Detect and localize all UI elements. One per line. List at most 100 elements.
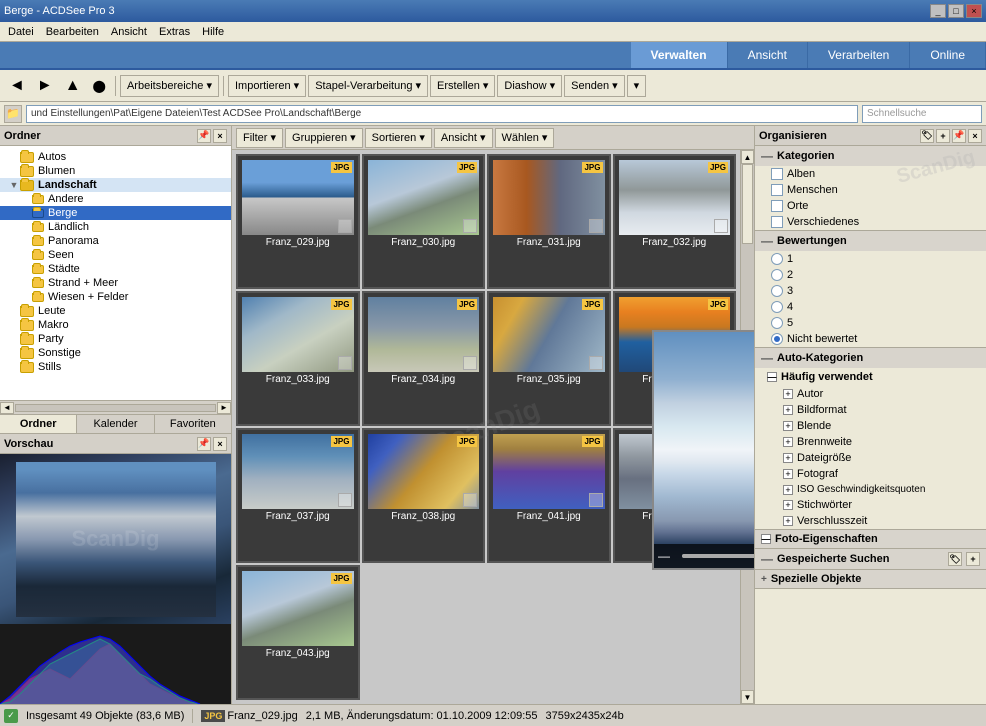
back-button[interactable]: ◄ (4, 74, 30, 98)
image-cell-franz029[interactable]: JPG Franz_029.jpg (236, 154, 360, 289)
haeufig-expand[interactable]: — (767, 372, 777, 382)
tree-item-seen[interactable]: Seen (0, 248, 231, 262)
expand-dateigroesse[interactable]: + (783, 453, 793, 463)
menu-ansicht[interactable]: Ansicht (105, 24, 153, 40)
scroll-right-btn[interactable]: ► (217, 402, 231, 414)
bewertung-1[interactable]: 1 (755, 251, 986, 267)
check-franz034[interactable] (463, 356, 477, 370)
bewertung-4[interactable]: 4 (755, 299, 986, 315)
image-cell-franz033[interactable]: JPG Franz_033.jpg (236, 291, 360, 426)
check-franz037[interactable] (338, 493, 352, 507)
waehlen-dropdown[interactable]: Wählen ▾ (495, 128, 555, 148)
tree-item-laendlich[interactable]: Ländlich (0, 220, 231, 234)
tree-item-blumen[interactable]: Blumen (0, 164, 231, 178)
gesp-icon2[interactable]: + (966, 552, 980, 566)
vscroll-down-btn[interactable]: ▼ (741, 690, 754, 704)
bewertung-5[interactable]: 5 (755, 315, 986, 331)
image-cell-franz038[interactable]: JPG Franz_038.jpg (362, 428, 486, 563)
diashow-dropdown[interactable]: Diashow ▾ (497, 75, 562, 97)
radio-4[interactable] (771, 301, 783, 313)
tree-item-staedte[interactable]: Städte (0, 262, 231, 276)
kategorie-alben[interactable]: Alben (755, 166, 986, 182)
preview-close-btn[interactable]: × (213, 437, 227, 451)
org-icon-btn2[interactable]: + (936, 129, 950, 143)
expand-verschlusszeit[interactable]: + (783, 516, 793, 526)
menu-bearbeiten[interactable]: Bearbeiten (40, 24, 105, 40)
expand-autor[interactable]: + (783, 389, 793, 399)
sortieren-dropdown[interactable]: Sortieren ▾ (365, 128, 432, 148)
erstellen-dropdown[interactable]: Erstellen ▾ (430, 75, 495, 97)
check-franz038[interactable] (463, 493, 477, 507)
image-cell-franz035[interactable]: JPG Franz_035.jpg (487, 291, 611, 426)
tree-item-strand[interactable]: Strand + Meer (0, 276, 231, 290)
gesp-icon1[interactable]: 🏷 (948, 552, 962, 566)
kategorien-title[interactable]: — Kategorien (755, 146, 986, 166)
image-cell-row4a[interactable]: JPG Franz_043.jpg (236, 565, 360, 700)
tab-ansicht[interactable]: Ansicht (728, 42, 808, 68)
spezielle-title[interactable]: + Spezielle Objekte (755, 570, 986, 588)
kategorie-verschiedenes[interactable]: Verschiedenes (755, 214, 986, 230)
tab-ordner[interactable]: Ordner (0, 415, 77, 433)
haeufig-title[interactable]: — Häufig verwendet (763, 368, 986, 386)
haeufig-autor[interactable]: + Autor (763, 386, 986, 402)
tree-item-berge[interactable]: Berge (0, 206, 231, 220)
tab-verwalten[interactable]: Verwalten (631, 42, 728, 68)
haeufig-dateigroesse[interactable]: + Dateigröße (763, 450, 986, 466)
tree-item-wiesen[interactable]: Wiesen + Felder (0, 290, 231, 304)
tree-item-stills[interactable]: Stills (0, 360, 231, 374)
filter-dropdown[interactable]: Filter ▾ (236, 128, 283, 148)
menu-datei[interactable]: Datei (2, 24, 40, 40)
tab-favoriten[interactable]: Favoriten (155, 415, 231, 433)
haeufig-bildformat[interactable]: + Bildformat (763, 402, 986, 418)
tree-item-andere[interactable]: Andere (0, 192, 231, 206)
expand-blende[interactable]: + (783, 421, 793, 431)
check-franz029[interactable] (338, 219, 352, 233)
radio-nicht[interactable] (771, 333, 783, 345)
radio-3[interactable] (771, 285, 783, 297)
image-cell-franz032[interactable]: JPG Franz_032.jpg (613, 154, 737, 289)
haeufig-blende[interactable]: + Blende (763, 418, 986, 434)
checkbox-orte[interactable] (771, 200, 783, 212)
arbeitsbereiche-dropdown[interactable]: Arbeitsbereiche ▾ (120, 75, 219, 97)
tree-item-panorama[interactable]: Panorama (0, 234, 231, 248)
tree-item-leute[interactable]: Leute (0, 304, 231, 318)
image-cell-franz031[interactable]: JPG Franz_031.jpg (487, 154, 611, 289)
minimize-button[interactable]: _ (930, 4, 946, 18)
tab-kalender[interactable]: Kalender (77, 415, 154, 433)
home-button[interactable]: ⬤ (88, 74, 111, 98)
gruppieren-dropdown[interactable]: Gruppieren ▾ (285, 128, 363, 148)
vscroll-up-btn[interactable]: ▲ (741, 150, 754, 164)
gespeichertesuchen-title[interactable]: — Gespeicherte Suchen 🏷 + (755, 549, 986, 569)
org-close-btn[interactable]: × (968, 129, 982, 143)
tree-item-landschaft[interactable]: ▼ Landschaft (0, 178, 231, 192)
scroll-track[interactable] (15, 404, 216, 412)
image-cell-franz041[interactable]: JPG Franz_041.jpg (487, 428, 611, 563)
more-dropdown[interactable]: ▾ (627, 75, 647, 97)
checkbox-menschen[interactable] (771, 184, 783, 196)
tree-hscrollbar[interactable]: ◄ ► (0, 400, 231, 414)
panel-close-button[interactable]: × (213, 129, 227, 143)
check-franz033[interactable] (338, 356, 352, 370)
check-franz031[interactable] (589, 219, 603, 233)
expand-iso[interactable]: + (783, 485, 793, 495)
bewertung-2[interactable]: 2 (755, 267, 986, 283)
stapel-dropdown[interactable]: Stapel-Verarbeitung ▾ (308, 75, 428, 97)
haeufig-verschlusszeit[interactable]: + Verschlusszeit (763, 513, 986, 529)
preview-pin-btn[interactable]: 📌 (197, 437, 211, 451)
expand-fotograf[interactable]: + (783, 469, 793, 479)
bewertung-3[interactable]: 3 (755, 283, 986, 299)
menu-hilfe[interactable]: Hilfe (196, 24, 230, 40)
expand-stichwoerter[interactable]: + (783, 500, 793, 510)
tree-item-makro[interactable]: Makro (0, 318, 231, 332)
org-pin-btn[interactable]: 📌 (952, 129, 966, 143)
fotoeigenschaften-title[interactable]: — Foto-Eigenschaften (755, 530, 986, 548)
forward-button[interactable]: ► (32, 74, 58, 98)
kategorie-menschen[interactable]: Menschen (755, 182, 986, 198)
maximize-button[interactable]: □ (948, 4, 964, 18)
popup-zoom-track[interactable] (682, 554, 754, 558)
haeufig-brennweite[interactable]: + Brennweite (763, 434, 986, 450)
autokategorien-title[interactable]: — Auto-Kategorien (755, 348, 986, 368)
importieren-dropdown[interactable]: Importieren ▾ (228, 75, 306, 97)
tree-item-sonstige[interactable]: Sonstige (0, 346, 231, 360)
up-button[interactable]: ▲ (60, 74, 86, 98)
